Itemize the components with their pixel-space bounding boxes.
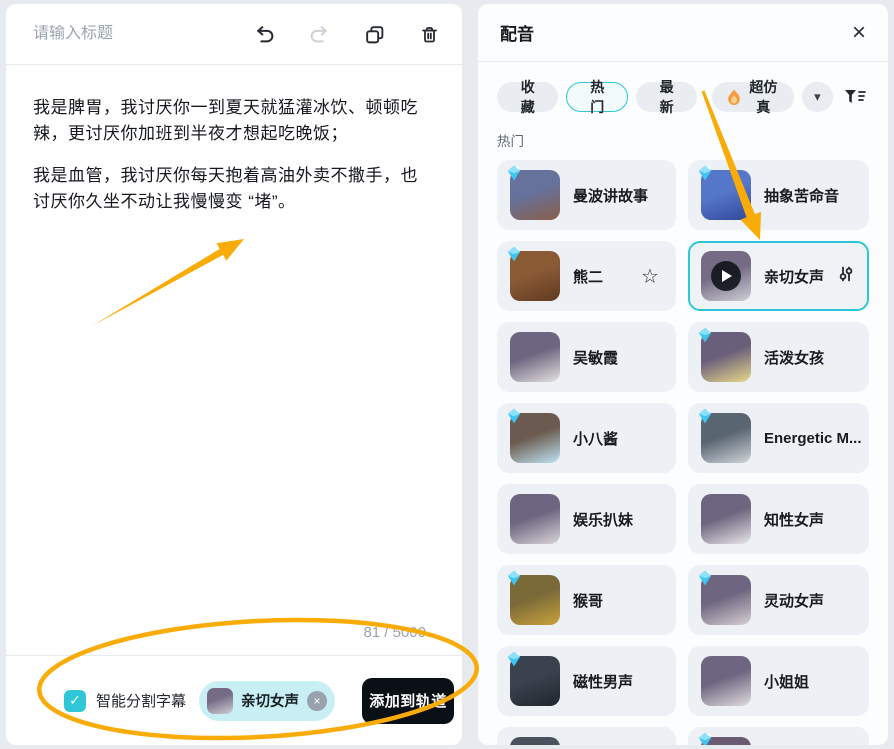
diamond-badge-icon — [696, 407, 714, 425]
voice-avatar — [701, 251, 751, 301]
voice-name: Energetic M... — [764, 430, 862, 447]
diamond-badge-icon — [696, 731, 714, 745]
voice-name: 活泼女孩 — [764, 347, 824, 368]
diamond-badge-icon — [505, 569, 523, 587]
diamond-badge-icon — [505, 164, 523, 182]
tab-favorites[interactable]: 收藏 — [497, 82, 558, 112]
copy-icon[interactable] — [363, 23, 385, 45]
voice-card[interactable]: 磁性男声 — [497, 646, 676, 716]
voice-card[interactable]: 猴哥 — [497, 565, 676, 635]
editor-footer: ✓ 智能分割字幕 亲切女声 × 添加到轨道 — [6, 655, 462, 745]
add-to-track-button[interactable]: 添加到轨道 — [362, 678, 454, 724]
voice-avatar — [701, 332, 751, 382]
voice-card[interactable]: 吴敏霞 — [497, 322, 676, 392]
panel-title: 配音 — [500, 20, 534, 45]
voice-avatar — [701, 575, 751, 625]
voice-name: 小姐姐 — [764, 671, 809, 692]
close-icon[interactable]: × — [852, 21, 866, 45]
voice-card[interactable]: 熊二 ☆ — [497, 241, 676, 311]
undo-icon[interactable] — [253, 23, 275, 45]
voice-card[interactable]: 灵动女声 — [688, 565, 869, 635]
voice-card[interactable]: 小姐姐 — [688, 646, 869, 716]
voice-name: 磁性男声 — [573, 671, 633, 692]
editor-toolbar — [253, 23, 440, 45]
voice-avatar — [701, 494, 751, 544]
voice-avatar — [510, 656, 560, 706]
voice-name: 熊二 — [573, 266, 603, 287]
tabs-expand-button[interactable]: ▾ — [802, 82, 832, 112]
chip-remove-icon[interactable]: × — [307, 691, 327, 711]
voice-card[interactable] — [688, 727, 869, 745]
voice-avatar — [701, 737, 751, 745]
voice-avatar — [701, 656, 751, 706]
voice-avatar — [510, 575, 560, 625]
app-window: 我是脾胃，我讨厌你一到夏天就猛灌冰饮、顿顿吃辣，更讨厌你加班到半夜才想起吃晚饭；… — [0, 0, 894, 749]
chip-voice-avatar — [207, 688, 233, 714]
tab-hyperreal[interactable]: 超仿真 — [712, 82, 794, 112]
tab-hyperreal-label: 超仿真 — [747, 77, 779, 117]
voice-name: 亲切女声 — [764, 266, 824, 287]
voice-card[interactable]: 小八酱 — [497, 403, 676, 473]
voice-avatar — [510, 737, 560, 745]
diamond-badge-icon — [696, 164, 714, 182]
filter-button[interactable] — [841, 82, 869, 112]
voice-card[interactable]: 知性女声 — [688, 484, 869, 554]
voice-card[interactable]: Energetic M... — [688, 403, 869, 473]
script-paragraph: 我是血管，我讨厌你每天抱着高油外卖不撒手，也讨厌你久坐不动让我慢慢变 “堵”。 — [33, 163, 434, 215]
smart-subtitle-label: 智能分割字幕 — [96, 690, 186, 711]
voice-card[interactable]: 亲切女声 — [688, 241, 869, 311]
text-editor-panel: 我是脾胃，我讨厌你一到夏天就猛灌冰饮、顿顿吃辣，更讨厌你加班到半夜才想起吃晚饭；… — [6, 4, 462, 745]
char-count: 81 / 5000 — [363, 624, 426, 641]
voice-name: 曼波讲故事 — [573, 185, 648, 206]
diamond-badge-icon — [696, 326, 714, 344]
voice-tabs: 收藏 热门 最新 超仿真 ▾ — [497, 82, 869, 112]
voice-name: 猴哥 — [573, 590, 603, 611]
voice-card[interactable]: 娱乐扒妹 — [497, 484, 676, 554]
voice-name: 娱乐扒妹 — [573, 509, 633, 530]
play-icon[interactable] — [701, 251, 751, 301]
voice-avatar — [701, 413, 751, 463]
voice-avatar — [510, 413, 560, 463]
voice-avatar — [510, 170, 560, 220]
voice-avatar — [510, 251, 560, 301]
voice-name: 吴敏霞 — [573, 347, 618, 368]
title-input[interactable] — [33, 25, 253, 43]
voice-name: 小八酱 — [573, 428, 618, 449]
dubbing-header: 配音 × — [478, 4, 888, 61]
voice-settings-icon[interactable] — [837, 265, 855, 288]
voice-avatar — [510, 332, 560, 382]
filter-icon — [844, 89, 866, 105]
diamond-badge-icon — [505, 245, 523, 263]
dubbing-panel: 配音 × 收藏 热门 最新 超仿真 ▾ — [478, 4, 888, 745]
diamond-badge-icon — [505, 407, 523, 425]
tab-newest[interactable]: 最新 — [636, 82, 697, 112]
smart-subtitle-checkbox[interactable]: ✓ — [64, 690, 86, 712]
voice-avatar — [510, 494, 560, 544]
trash-icon[interactable] — [418, 23, 440, 45]
diamond-badge-icon — [505, 650, 523, 668]
chip-voice-name: 亲切女声 — [241, 690, 299, 711]
script-text-area[interactable]: 我是脾胃，我讨厌你一到夏天就猛灌冰饮、顿顿吃辣，更讨厌你加班到半夜才想起吃晚饭；… — [6, 65, 462, 655]
voice-name: 灵动女声 — [764, 590, 824, 611]
diamond-badge-icon — [696, 569, 714, 587]
section-label: 热门 — [497, 130, 869, 150]
editor-header — [6, 4, 462, 64]
chevron-down-icon: ▾ — [814, 89, 821, 105]
voice-card[interactable]: 曼波讲故事 — [497, 160, 676, 230]
voice-grid: 曼波讲故事 — [497, 160, 869, 745]
voice-list-area: 收藏 热门 最新 超仿真 ▾ — [478, 62, 888, 745]
voice-avatar — [701, 170, 751, 220]
selected-voice-chip[interactable]: 亲切女声 × — [199, 681, 335, 721]
star-icon[interactable]: ☆ — [641, 264, 659, 288]
voice-card[interactable] — [497, 727, 676, 745]
redo-icon[interactable] — [308, 23, 330, 45]
voice-card[interactable]: 活泼女孩 — [688, 322, 869, 392]
voice-card[interactable]: 抽象苦命音 — [688, 160, 869, 230]
voice-name: 抽象苦命音 — [764, 185, 839, 206]
voice-name: 知性女声 — [764, 509, 824, 530]
tab-hot[interactable]: 热门 — [566, 82, 627, 112]
script-paragraph: 我是脾胃，我讨厌你一到夏天就猛灌冰饮、顿顿吃辣，更讨厌你加班到半夜才想起吃晚饭； — [33, 95, 434, 147]
flame-icon — [727, 89, 741, 106]
